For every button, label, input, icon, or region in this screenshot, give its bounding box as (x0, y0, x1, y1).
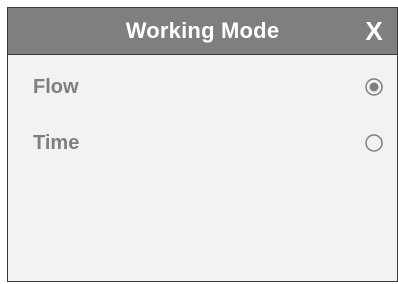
radio-unselected-icon[interactable] (365, 134, 383, 152)
close-button[interactable]: X (357, 8, 391, 54)
radio-selected-icon[interactable] (365, 78, 383, 96)
option-time[interactable]: Time (8, 121, 397, 165)
dialog-titlebar: Working Mode X (8, 8, 397, 55)
option-flow-label: Flow (33, 76, 79, 98)
option-flow[interactable]: Flow (8, 65, 397, 109)
option-time-label: Time (33, 132, 80, 154)
dialog-title: Working Mode (125, 18, 280, 43)
working-mode-dialog: Working Mode X Flow Time (7, 7, 398, 282)
